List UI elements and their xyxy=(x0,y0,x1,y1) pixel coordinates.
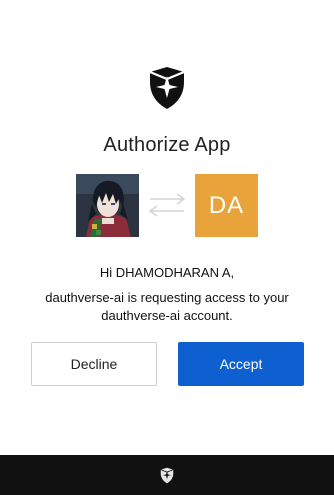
message-line-1: dauthverse-ai is requesting access to yo… xyxy=(45,290,289,305)
message-line-2: dauthverse-ai account. xyxy=(101,308,233,323)
shield-logo-icon xyxy=(160,467,174,483)
app-avatar xyxy=(76,174,139,237)
accept-button[interactable]: Accept xyxy=(178,342,304,386)
decline-button-label: Decline xyxy=(70,356,118,372)
arrows-exchange-icon xyxy=(148,193,186,217)
access-request-message: dauthverse-ai is requesting access to yo… xyxy=(30,289,304,325)
greeting-text: Hi DHAMODHARAN A, xyxy=(99,265,235,280)
page-title: Authorize App xyxy=(103,134,231,156)
shield-logo-icon xyxy=(149,67,185,109)
authorize-page: Authorize App DA Hi DHAMODHARAN A, dauth… xyxy=(0,0,334,495)
footer-bar xyxy=(0,455,334,495)
accept-button-label: Accept xyxy=(219,356,263,372)
user-initials: DA xyxy=(208,191,245,219)
user-avatar: DA xyxy=(195,174,258,237)
anime-character-avatar-icon xyxy=(76,174,139,237)
decline-button[interactable]: Decline xyxy=(31,342,157,386)
